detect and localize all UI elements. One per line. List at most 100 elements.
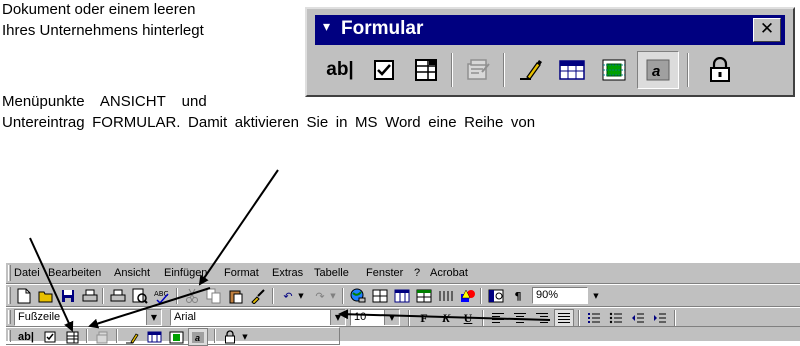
numbering-button[interactable]	[584, 309, 604, 327]
dropdown-field-button[interactable]	[62, 328, 82, 346]
insert-table-button[interactable]	[144, 328, 164, 346]
redo-icon: ↷	[315, 289, 325, 303]
print-preview-button[interactable]	[80, 287, 100, 305]
toolbar-separator	[176, 288, 178, 304]
show-formatting-button[interactable]: ¶	[508, 287, 528, 305]
toolbar-grip[interactable]	[8, 330, 11, 342]
hyperlink-button[interactable]	[348, 287, 368, 305]
close-button[interactable]: ✕	[753, 18, 781, 42]
menu-item-format[interactable]: Format	[224, 267, 259, 279]
increase-indent-button[interactable]	[650, 309, 670, 327]
insert-table-button[interactable]	[551, 51, 593, 89]
checkbox-field-button[interactable]	[363, 51, 405, 89]
textfield-button[interactable]: ab|	[319, 51, 361, 89]
toolbar-options-dropdown[interactable]: ▼	[240, 328, 250, 346]
formular-titlebar[interactable]: ▾ Formular ✕	[315, 15, 785, 45]
zoom-dropdown[interactable]: ▼	[590, 287, 602, 305]
align-left-button[interactable]	[488, 309, 508, 327]
save-icon	[62, 290, 74, 302]
paste-button[interactable]	[226, 287, 246, 305]
format-painter-button[interactable]	[248, 287, 268, 305]
field-options-button[interactable]	[92, 328, 112, 346]
redo-button[interactable]: ↷	[310, 287, 330, 305]
draw-table-button[interactable]	[122, 328, 142, 346]
underline-button[interactable]: U	[458, 309, 478, 327]
field-shading-button[interactable]: a	[637, 51, 679, 89]
new-document-button[interactable]	[14, 287, 34, 305]
menu-item-datei[interactable]: Datei	[14, 267, 40, 279]
menu-item-acrobat[interactable]: Acrobat	[430, 267, 468, 279]
chevron-down-icon[interactable]: ▼	[330, 310, 345, 325]
chevron-down-icon: ▼	[593, 292, 599, 300]
columns-icon	[439, 291, 453, 301]
copy-button[interactable]	[204, 287, 224, 305]
checkbox-icon	[374, 60, 394, 80]
insert-excel-button[interactable]	[414, 287, 434, 305]
field-options-button[interactable]	[457, 51, 499, 89]
protect-form-button[interactable]	[699, 51, 741, 89]
checkbox-field-button[interactable]	[40, 328, 60, 346]
decrease-indent-button[interactable]	[628, 309, 648, 327]
font-combo[interactable]: Arial ▼	[170, 309, 346, 326]
insert-table-button[interactable]	[392, 287, 412, 305]
justify-button[interactable]	[554, 309, 574, 327]
align-right-button[interactable]	[532, 309, 552, 327]
menu-item-tabelle[interactable]: Tabelle	[314, 267, 349, 279]
menu-item-bearbeiten[interactable]: Bearbeiten	[48, 267, 101, 279]
document-text-line: Menüpunkte ANSICHT und	[2, 93, 207, 110]
italic-icon: K	[441, 310, 450, 325]
textfield-button[interactable]: ab|	[14, 328, 38, 346]
insert-frame-button[interactable]	[593, 51, 635, 89]
undo-button[interactable]: ↶	[278, 287, 298, 305]
spelling-button[interactable]: ABC	[152, 287, 172, 305]
insert-frame-button[interactable]	[166, 328, 186, 346]
columns-button[interactable]	[436, 287, 456, 305]
save-button[interactable]	[58, 287, 78, 305]
menu-item-extras[interactable]: Extras	[272, 267, 303, 279]
bullets-button[interactable]	[606, 309, 626, 327]
cut-button[interactable]	[182, 287, 202, 305]
toolbar-grip[interactable]	[8, 310, 11, 324]
print-button[interactable]	[108, 287, 128, 305]
draw-table-button[interactable]	[509, 51, 551, 89]
menu-bar: Datei Bearbeiten Ansicht Einfügen Format…	[6, 262, 800, 284]
tables-borders-button[interactable]	[370, 287, 390, 305]
field-shading-button[interactable]: a	[188, 328, 208, 346]
toolbar-separator	[272, 288, 274, 304]
dropdown-field-icon	[415, 59, 437, 81]
toolbar-grip[interactable]	[8, 287, 11, 304]
style-combo[interactable]: Fußzeile ▼	[14, 309, 162, 326]
zoom-combo[interactable]: 90%	[532, 287, 588, 304]
menu-item-help[interactable]: ?	[414, 267, 420, 279]
zoom-value: 90%	[536, 289, 559, 301]
drawing-button[interactable]	[458, 287, 478, 305]
align-center-button[interactable]	[510, 309, 530, 327]
numbered-list-icon	[588, 313, 600, 323]
field-options-icon	[467, 59, 490, 80]
toolbar-menu-caret-icon[interactable]: ▾	[323, 19, 330, 35]
redo-dropdown[interactable]: ▼	[328, 287, 338, 305]
formatting-toolbar: Fußzeile ▼ Arial ▼ 10 ▼ F K U	[6, 307, 800, 327]
protect-form-button[interactable]	[220, 328, 240, 346]
chevron-down-icon[interactable]: ▼	[384, 310, 399, 325]
bold-button[interactable]: F	[414, 309, 434, 327]
toolbar-separator	[451, 53, 453, 87]
font-size-combo[interactable]: 10 ▼	[350, 309, 400, 326]
dropdown-field-button[interactable]	[405, 51, 447, 89]
menu-item-fenster[interactable]: Fenster	[366, 267, 403, 279]
printer-icon	[110, 289, 126, 302]
open-button[interactable]	[36, 287, 56, 305]
excel-sheet-icon	[416, 289, 432, 303]
document-text-line: Untereintrag FORMULAR. Damit aktivieren …	[2, 114, 536, 131]
formular-title: Formular	[341, 18, 424, 39]
menu-item-ansicht[interactable]: Ansicht	[114, 267, 150, 279]
document-map-button[interactable]	[486, 287, 506, 305]
italic-button[interactable]: K	[436, 309, 456, 327]
document-map-icon	[488, 289, 504, 303]
preview-button[interactable]	[130, 287, 150, 305]
chevron-down-icon[interactable]: ▼	[146, 310, 161, 325]
font-size-value: 10	[354, 311, 367, 323]
menu-bar-grip[interactable]	[8, 265, 11, 281]
undo-dropdown[interactable]: ▼	[296, 287, 306, 305]
menu-item-einfuegen[interactable]: Einfügen	[164, 267, 207, 279]
